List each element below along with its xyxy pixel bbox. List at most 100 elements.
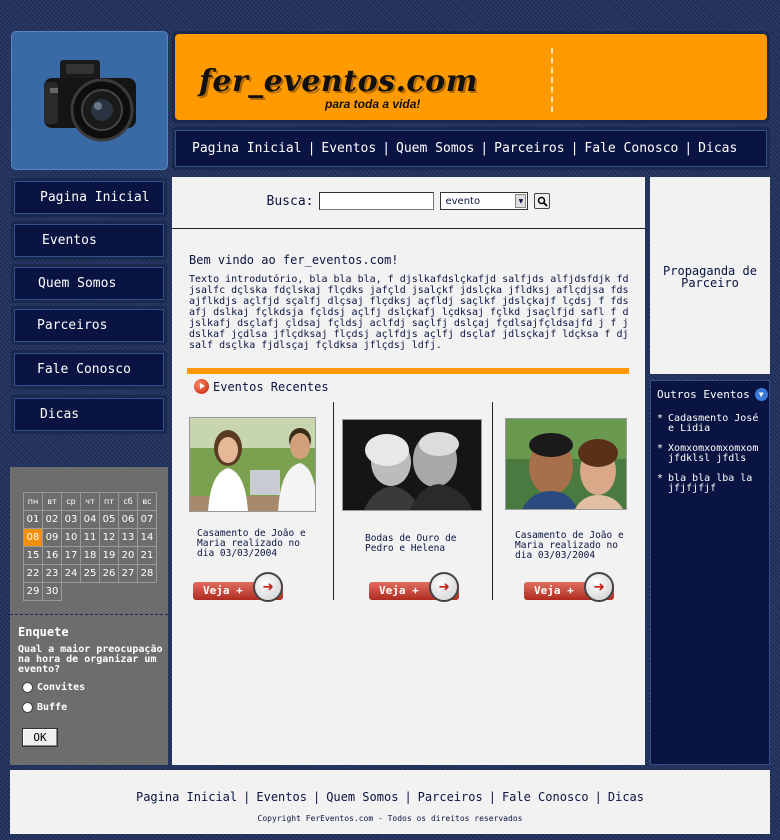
nav-separator: |: [684, 141, 693, 156]
calendar-day[interactable]: 09: [43, 529, 62, 547]
calendar-day-today[interactable]: 08: [24, 529, 43, 547]
chevron-down-icon[interactable]: ▼: [754, 388, 768, 401]
camera-icon: [44, 60, 136, 142]
arrow-right-icon: ➜: [429, 572, 459, 602]
calendar-day[interactable]: 18: [81, 547, 100, 565]
poll-option-convites[interactable]: Convites: [22, 682, 85, 693]
banner-divider: [551, 48, 553, 112]
calendar-day[interactable]: 28: [138, 565, 157, 583]
side-menu-dicas[interactable]: Dicas: [11, 395, 167, 434]
top-nav-quem-somos[interactable]: Quem Somos: [396, 141, 474, 156]
calendar-day[interactable]: 27: [119, 565, 138, 583]
calendar-day[interactable]: 07: [138, 511, 157, 529]
side-menu-pagina-inicial[interactable]: Pagina Inicial: [11, 178, 167, 217]
side-menu-eventos[interactable]: Eventos: [11, 221, 167, 260]
search-category-select[interactable]: evento ▼: [440, 192, 529, 210]
calendar-day[interactable]: 02: [43, 511, 62, 529]
calendar-day[interactable]: 17: [62, 547, 81, 565]
side-menu-quem-somos[interactable]: Quem Somos: [11, 264, 167, 303]
search-input[interactable]: [319, 192, 435, 210]
event-photo-2[interactable]: [342, 419, 482, 511]
divider: [172, 228, 645, 229]
other-event-link[interactable]: bla bla lba la jfjfjfjf: [668, 474, 767, 494]
recent-events-title: Eventos Recentes: [213, 379, 329, 394]
column-divider: [333, 402, 334, 600]
calendar-day[interactable]: 24: [62, 565, 81, 583]
calendar-day[interactable]: 15: [24, 547, 43, 565]
calendar-day[interactable]: 12: [100, 529, 119, 547]
event-photo-1[interactable]: [189, 417, 316, 512]
arrow-bullet-icon: [194, 379, 209, 394]
side-menu-fale-conosco[interactable]: Fale Conosco: [11, 350, 167, 389]
nav-separator: |: [382, 141, 391, 156]
calendar-day[interactable]: 21: [138, 547, 157, 565]
footer: Pagina Inicial | Eventos | Quem Somos | Parcei…: [10, 770, 770, 834]
nav-separator: |: [570, 141, 579, 156]
calendar-day[interactable]: 22: [24, 565, 43, 583]
footer-nav-pagina-inicial[interactable]: Pagina Inicial: [136, 790, 237, 804]
calendar-weekday: пн: [24, 493, 43, 511]
calendar-day[interactable]: 23: [43, 565, 62, 583]
search-icon[interactable]: [534, 193, 551, 209]
intro-text: Texto introdutório, bla bla bla, f djslk…: [189, 274, 629, 351]
partner-ad[interactable]: Propaganda de Parceiro: [650, 177, 770, 374]
brand-logo-text[interactable]: fer_eventos.com: [199, 64, 478, 99]
calendar-day[interactable]: 04: [81, 511, 100, 529]
footer-nav-fale-conosco[interactable]: Fale Conosco: [502, 790, 589, 804]
calendar-day[interactable]: 06: [119, 511, 138, 529]
welcome-title: Bem vindo ao fer_eventos.com!: [189, 253, 399, 267]
calendar-day[interactable]: 10: [62, 529, 81, 547]
nav-separator: |: [312, 790, 321, 804]
radio-button[interactable]: [22, 702, 33, 713]
calendar-day[interactable]: 03: [62, 511, 81, 529]
poll-option-buffe[interactable]: Buffe: [22, 702, 67, 713]
footer-nav-eventos[interactable]: Eventos: [256, 790, 307, 804]
poll-submit-button[interactable]: OK: [22, 728, 58, 747]
veja-mais-button-3[interactable]: Veja + ➜: [524, 572, 614, 602]
calendar-day[interactable]: 30: [43, 583, 62, 601]
banner-inner: fer_eventos.com para toda a vida!: [175, 34, 767, 120]
list-item[interactable]: * Xomxomxomxomxom jfdklsl jfdls: [657, 444, 767, 464]
other-event-link[interactable]: Xomxomxomxomxom jfdklsl jfdls: [668, 444, 767, 464]
top-nav-parceiros[interactable]: Parceiros: [494, 141, 564, 156]
veja-mais-button-1[interactable]: Veja + ➜: [193, 572, 283, 602]
calendar-weekday: пт: [100, 493, 119, 511]
other-events-header[interactable]: Outros Eventos ▼: [657, 388, 768, 401]
list-item[interactable]: * bla bla lba la jfjfjfjf: [657, 474, 767, 494]
calendar-day[interactable]: 01: [24, 511, 43, 529]
event-photo-3[interactable]: [505, 418, 627, 510]
top-nav-dicas[interactable]: Dicas: [698, 141, 737, 156]
calendar-weekday: сб: [119, 493, 138, 511]
footer-nav-dicas[interactable]: Dicas: [608, 790, 644, 804]
section-divider: [187, 368, 629, 374]
nav-separator: |: [404, 790, 412, 804]
calendar-day[interactable]: 25: [81, 565, 100, 583]
calendar-day[interactable]: 11: [81, 529, 100, 547]
calendar-day[interactable]: 14: [138, 529, 157, 547]
divider: [10, 614, 168, 615]
side-menu-parceiros[interactable]: Parceiros: [11, 306, 167, 345]
side-menu-label: Dicas: [14, 398, 164, 431]
calendar-day[interactable]: 16: [43, 547, 62, 565]
footer-nav-parceiros[interactable]: Parceiros: [418, 790, 483, 804]
nav-separator: |: [307, 141, 316, 156]
radio-button[interactable]: [22, 682, 33, 693]
top-nav-pagina-inicial[interactable]: Pagina Inicial: [192, 141, 302, 156]
side-menu-label: Quem Somos: [14, 267, 164, 300]
calendar-day[interactable]: 26: [100, 565, 119, 583]
other-events-list: * Cadasmento José e Lidia * Xomxomxomxomxo…: [657, 414, 767, 504]
calendar-day[interactable]: 20: [119, 547, 138, 565]
calendar-weekday: вс: [138, 493, 157, 511]
calendar-day[interactable]: 19: [100, 547, 119, 565]
other-event-link[interactable]: Cadasmento José e Lidia: [668, 414, 767, 434]
calendar-day[interactable]: 13: [119, 529, 138, 547]
top-nav-fale-conosco[interactable]: Fale Conosco: [584, 141, 678, 156]
nav-separator: |: [488, 790, 496, 804]
veja-mais-button-2[interactable]: Veja + ➜: [369, 572, 459, 602]
calendar-day[interactable]: 05: [100, 511, 119, 529]
top-nav-eventos[interactable]: Eventos: [321, 141, 376, 156]
dropdown-arrow-icon[interactable]: ▼: [515, 194, 527, 208]
calendar-day[interactable]: 29: [24, 583, 43, 601]
list-item[interactable]: * Cadasmento José e Lidia: [657, 414, 767, 434]
footer-nav-quem-somos[interactable]: Quem Somos: [326, 790, 398, 804]
